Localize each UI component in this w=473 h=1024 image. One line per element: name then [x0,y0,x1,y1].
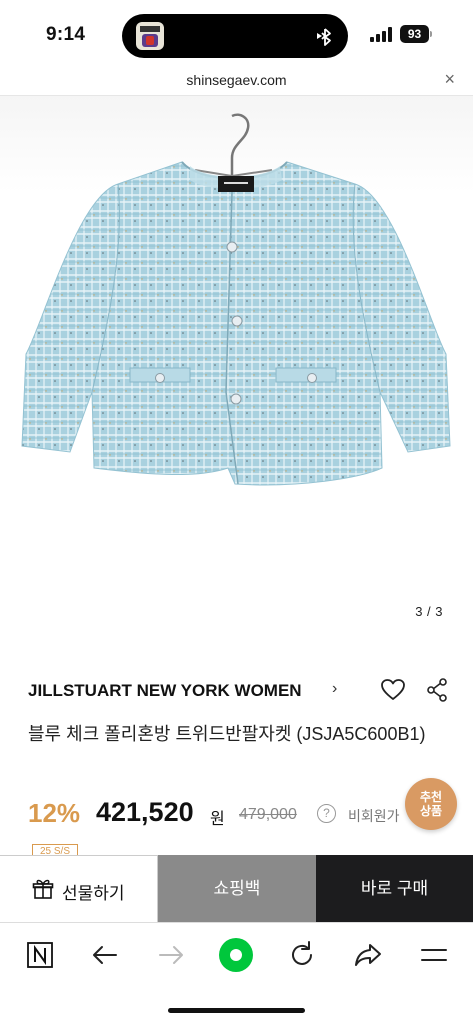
now-playing-art[interactable] [136,22,164,50]
gift-label: 선물하기 [62,884,125,903]
recommend-line1: 추천 [419,790,443,804]
product-image [21,113,451,486]
shopping-bag-button[interactable]: 쇼핑백 [158,855,316,922]
brand-row[interactable]: JILLSTUART NEW YORK WOMEN › [28,676,453,706]
action-bar: 선물하기 쇼핑백 바로 구매 [0,855,473,922]
close-icon[interactable]: × [444,69,455,90]
green-dot-icon[interactable] [218,937,254,973]
naver-n-icon[interactable] [24,939,56,971]
sale-price: 421,520 [96,797,194,827]
currency-unit: 원 [210,811,225,828]
dynamic-island[interactable] [122,14,348,58]
forward-arrow-icon[interactable] [155,939,187,971]
member-price-label: 비회원가 [348,808,400,824]
back-arrow-icon[interactable] [89,939,121,971]
buy-now-button[interactable]: 바로 구매 [316,855,473,922]
bluetooth-icon [317,28,331,46]
battery-tip [430,31,432,37]
help-icon[interactable]: ? [317,804,336,823]
price-row: 12% 421,520 원 479,000 ? 비회원가 [28,796,448,832]
recommend-line2: 상품 [419,804,443,818]
menu-icon[interactable] [418,939,450,971]
gift-button[interactable]: 선물하기 [0,855,158,922]
chevron-right-icon[interactable]: › [332,680,337,698]
url-bar[interactable]: shinsegaev.com × [0,66,473,96]
battery-indicator: 93 [400,25,429,43]
signal-icon [370,27,392,42]
gift-icon [32,879,54,899]
status-time: 9:14 [46,24,86,45]
recommend-button[interactable]: 추천 상품 [405,778,457,830]
original-price: 479,000 [239,806,297,823]
hanger-hook [230,113,250,176]
product-gallery[interactable]: 3 / 3 [0,96,473,632]
product-title: 블루 체크 폴리혼방 트위드반팔자켓 (JSJA5C600B1) [28,724,426,744]
image-counter: 3 / 3 [415,604,443,619]
refresh-icon[interactable] [286,939,318,971]
share-arrow-icon[interactable] [352,939,384,971]
url-text[interactable]: shinsegaev.com [0,72,473,88]
heart-icon[interactable] [380,678,406,702]
status-bar: 9:14 93 [0,0,473,66]
home-indicator[interactable] [168,1008,305,1013]
brand-link[interactable]: JILLSTUART NEW YORK WOMEN [28,681,302,701]
discount-rate: 12% [28,798,81,828]
share-icon[interactable] [426,678,448,702]
browser-toolbar [0,922,473,992]
